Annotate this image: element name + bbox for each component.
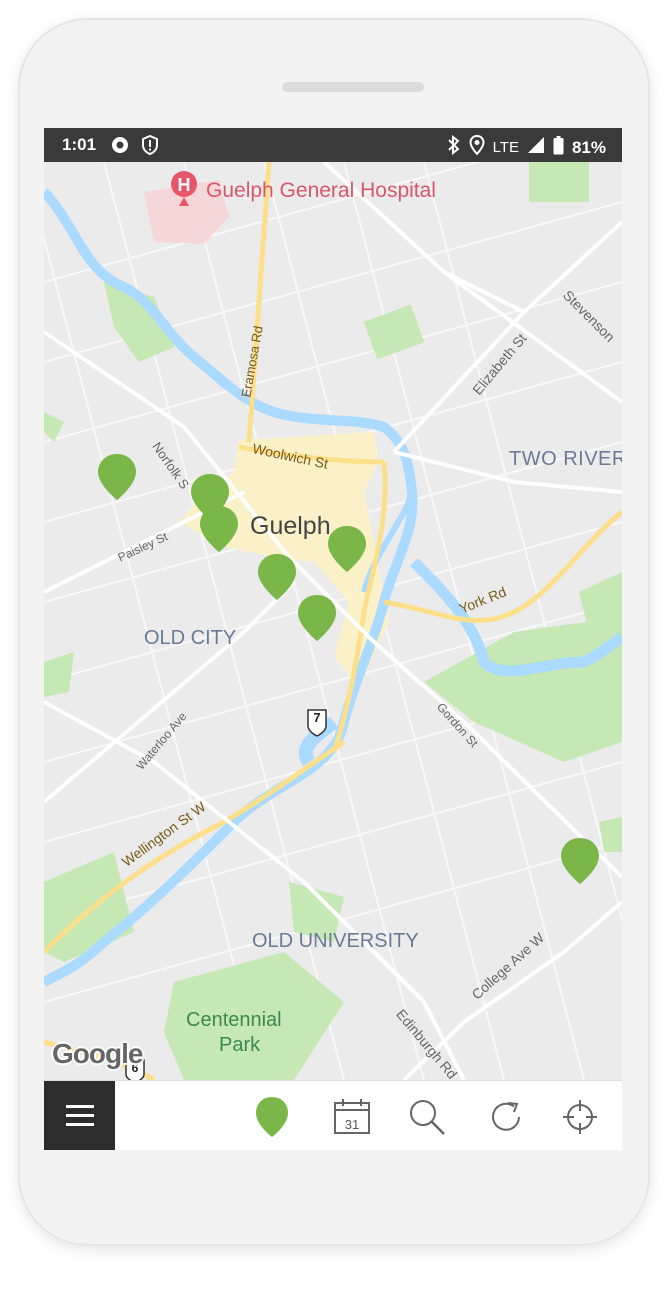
map-pin-filter-button[interactable] xyxy=(254,1095,290,1139)
status-bar: 1:01 LTE 81% xyxy=(44,128,622,162)
menu-button[interactable] xyxy=(44,1081,115,1150)
calendar-day: 31 xyxy=(345,1117,359,1132)
label-hospital[interactable]: Guelph General Hospital xyxy=(206,179,436,203)
label-highway-7: 7 xyxy=(313,710,321,725)
map-pin-icon[interactable] xyxy=(199,504,239,554)
label-park: Park xyxy=(219,1034,261,1056)
bottom-toolbar: 31 xyxy=(44,1080,622,1150)
map-pin-icon[interactable] xyxy=(97,452,137,502)
refresh-button[interactable] xyxy=(486,1097,526,1137)
signal-icon xyxy=(527,136,545,159)
map-pin-icon[interactable] xyxy=(297,593,337,643)
locate-button[interactable] xyxy=(560,1097,600,1137)
label-guelph: Guelph xyxy=(250,512,331,540)
map-pin-icon[interactable] xyxy=(257,552,297,602)
map-pin-icon[interactable] xyxy=(560,836,600,886)
battery-icon xyxy=(553,135,564,160)
shield-icon xyxy=(141,134,159,160)
calendar-button[interactable]: 31 xyxy=(332,1097,372,1137)
status-time: 1:01 xyxy=(62,135,97,154)
target-icon xyxy=(110,135,130,160)
label-old-university: OLD UNIVERSITY xyxy=(252,930,419,952)
phone-speaker xyxy=(282,82,424,92)
google-logo[interactable]: Google xyxy=(52,1038,143,1070)
map-view[interactable]: H Guelph General Hospital Eramosa Rd Eli… xyxy=(44,162,622,1080)
location-icon xyxy=(469,134,485,160)
map-pin-icon[interactable] xyxy=(327,524,367,574)
label-centennial: Centennial xyxy=(186,1009,282,1031)
app-screen: 1:01 LTE 81% H Guelph General Hospital E… xyxy=(44,128,622,1150)
battery-percent: 81% xyxy=(571,137,606,157)
label-old-city: OLD CITY xyxy=(144,627,237,649)
search-button[interactable] xyxy=(407,1097,447,1137)
svg-text:H: H xyxy=(178,175,191,195)
label-two-rivers: TWO RIVER xyxy=(509,448,622,470)
network-type: LTE xyxy=(492,139,519,156)
bluetooth-icon xyxy=(447,134,461,160)
